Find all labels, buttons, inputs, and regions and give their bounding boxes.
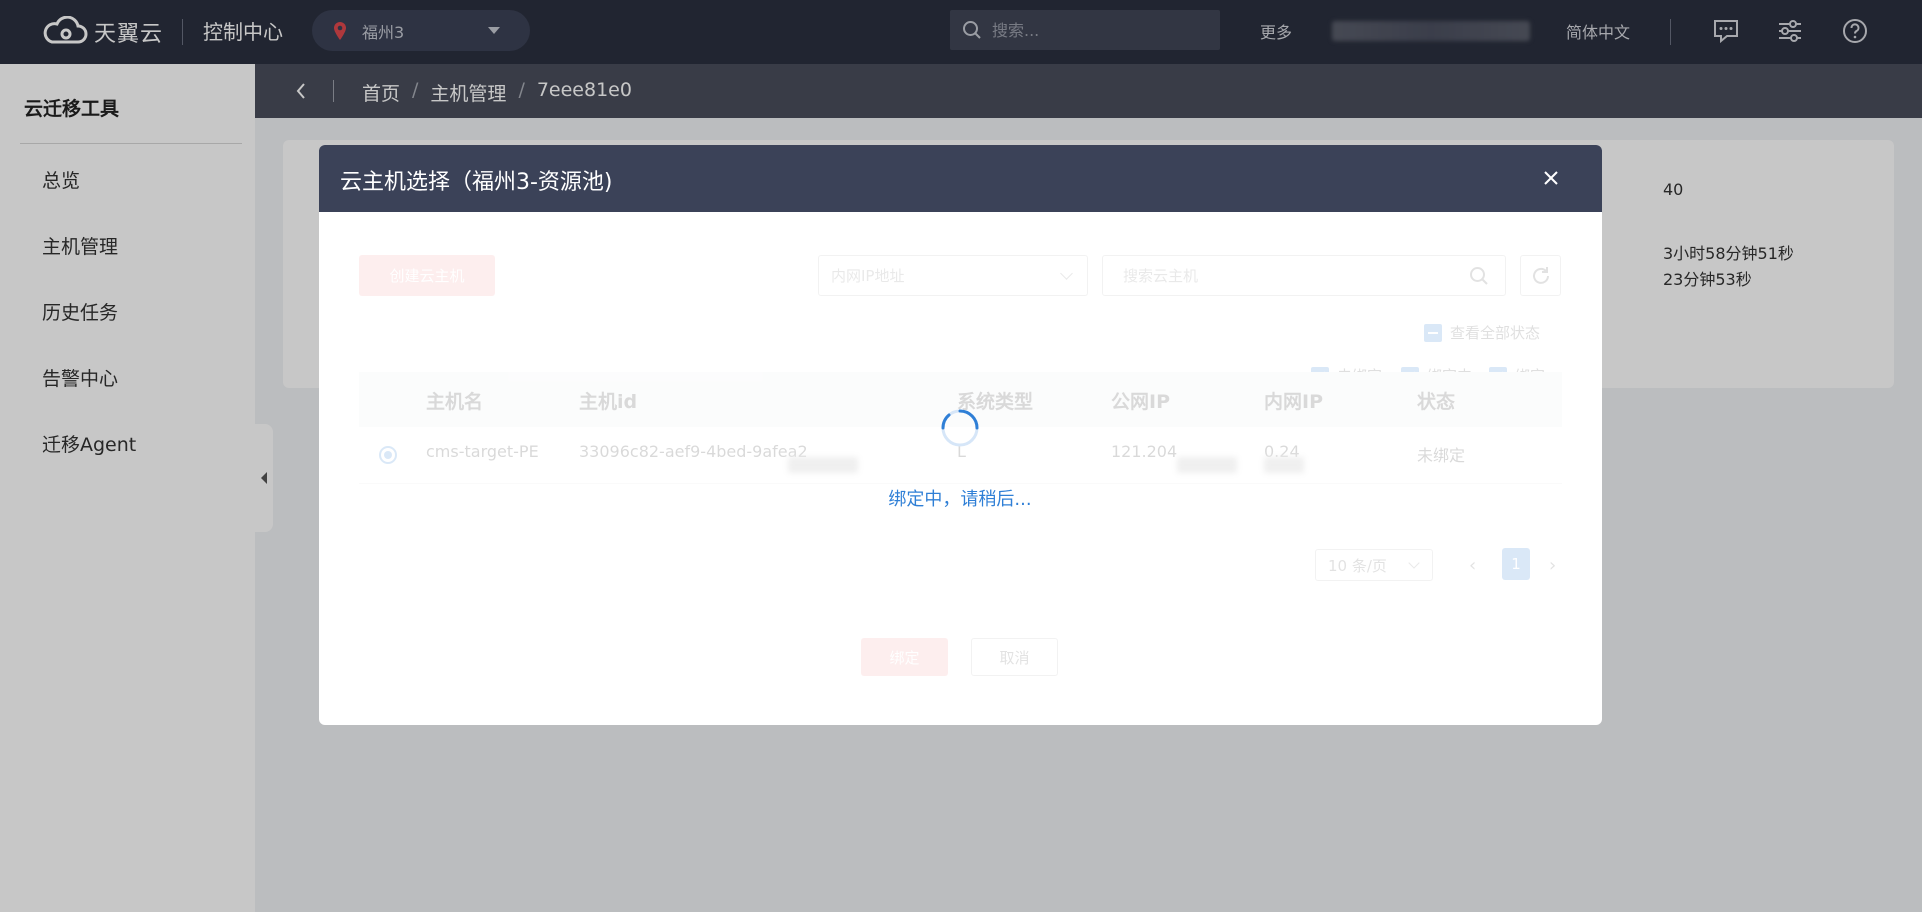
modal-body: 创建云主机 内网IP地址 搜索云主机 查看全部状态 主机名 主机id 系统类型 … xyxy=(319,212,1602,725)
loading-spinner-icon xyxy=(941,409,979,447)
close-icon[interactable] xyxy=(1538,165,1564,191)
loading-text: 绑定中，请稍后... xyxy=(888,489,1032,510)
host-select-modal: 云主机选择（福州3-资源池) 创建云主机 内网IP地址 搜索云主机 查看全部状态… xyxy=(319,145,1602,725)
modal-title: 云主机选择（福州3-资源池) xyxy=(340,170,613,195)
modal-header: 云主机选择（福州3-资源池) xyxy=(319,145,1602,212)
loading-mask: 绑定中，请稍后... xyxy=(319,212,1602,725)
